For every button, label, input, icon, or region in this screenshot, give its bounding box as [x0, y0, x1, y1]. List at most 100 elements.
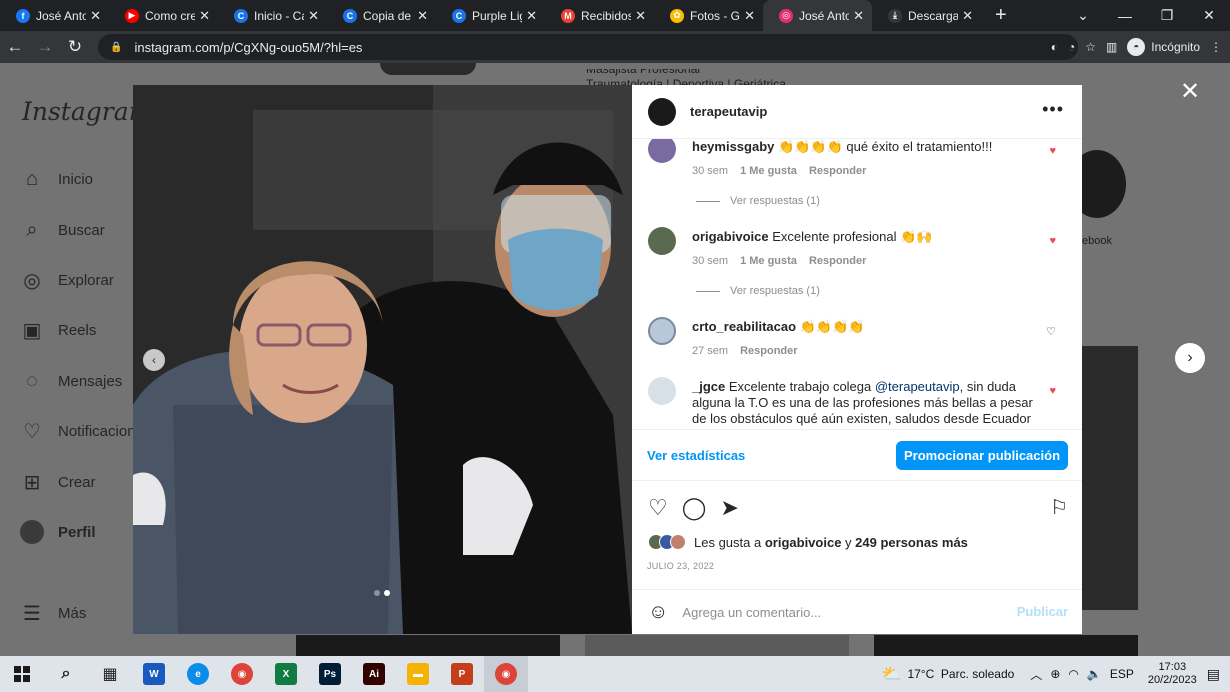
view-replies-link[interactable]: Ver respuestas (1) [696, 285, 820, 297]
performance-icon[interactable]: ◔ [1068, 40, 1075, 54]
next-post-button[interactable]: › [1175, 343, 1205, 373]
save-bookmark-icon[interactable]: ⚐ [1050, 495, 1068, 520]
taskbar-illustrator-button[interactable]: Ai [352, 656, 396, 692]
post-date[interactable]: JULIO 23, 2022 [647, 561, 714, 571]
promote-post-button[interactable]: Promocionar publicación [896, 441, 1068, 470]
sidebar-item-reels[interactable]: ▣ Reels [20, 318, 97, 342]
sidebar-item-perfil[interactable]: Perfil [20, 520, 96, 544]
commenter-username[interactable]: crto_reabilitacao [692, 319, 796, 334]
tab-search-icon[interactable]: ⌄ [1062, 7, 1104, 24]
browser-tab[interactable]: C Copia de C ✕ [327, 0, 436, 31]
comment-time[interactable]: 30 sem [692, 253, 728, 269]
more-options-icon[interactable]: ••• [1042, 99, 1064, 120]
weather-label[interactable]: 17°C Parc. soleado [907, 667, 1014, 681]
tab-close-icon[interactable]: ✕ [308, 8, 319, 24]
start-button[interactable] [0, 656, 44, 692]
commenter-username[interactable]: _jgce [692, 379, 725, 394]
comment-liked-heart-icon[interactable]: ♥ [1049, 145, 1056, 157]
commenter-username[interactable]: heymissgaby [692, 139, 774, 154]
sidepanel-icon[interactable]: ▥ [1106, 40, 1117, 54]
commenter-avatar[interactable] [648, 227, 676, 255]
taskbar-task-view-button[interactable]: ▦ [88, 656, 132, 692]
volume-icon[interactable]: 🔈 [1087, 667, 1102, 681]
back-button[interactable]: ← [0, 37, 30, 57]
commenter-avatar[interactable] [648, 139, 676, 163]
taskbar-excel-button[interactable]: X [264, 656, 308, 692]
tab-close-icon[interactable]: ✕ [962, 8, 973, 24]
bookmark-star-icon[interactable]: ☆ [1085, 40, 1096, 54]
sidebar-item-notificacion[interactable]: ♡ Notificacion [20, 419, 136, 443]
sidebar-item-explorar[interactable]: ◎ Explorar [20, 268, 114, 292]
previous-image-button[interactable]: ‹ [143, 349, 165, 371]
browser-tab[interactable]: ✿ Fotos - Go✕ [654, 0, 763, 31]
comment-liked-heart-icon[interactable]: ♥ [1049, 235, 1056, 247]
close-modal-icon[interactable]: ✕ [1180, 77, 1200, 106]
comment-bubble-icon[interactable]: ◯ [682, 495, 707, 521]
tab-close-icon[interactable]: ✕ [417, 8, 428, 24]
taskbar-search-button[interactable]: ⌕ [44, 656, 88, 692]
taskbar-word-button[interactable]: W [132, 656, 176, 692]
commenter-username[interactable]: origabivoice [692, 229, 769, 244]
commenter-avatar[interactable] [648, 317, 676, 345]
browser-tab[interactable]: C Purple Ligh ✕ [436, 0, 545, 31]
tab-close-icon[interactable]: ✕ [526, 8, 537, 24]
new-tab-button[interactable]: + [995, 4, 1007, 27]
sidebar-item-crear[interactable]: ⊞ Crear [20, 470, 96, 494]
reload-button[interactable]: ↻ [60, 37, 90, 57]
menu-kebab-icon[interactable]: ⋮ [1210, 40, 1222, 54]
incognito-badge[interactable]: ◓ Incógnito [1127, 38, 1200, 56]
clock[interactable]: 17:03 20/2/2023 [1148, 661, 1197, 687]
wifi-icon[interactable]: ◠ [1068, 667, 1078, 681]
comment-like-count[interactable]: 1 Me gusta [740, 253, 797, 269]
likes-count[interactable]: 249 personas más [855, 535, 968, 550]
tab-close-icon[interactable]: ✕ [853, 8, 864, 24]
notifications-icon[interactable]: ▤ [1207, 666, 1220, 683]
comment-like-heart-icon[interactable]: ♡ [1046, 325, 1056, 338]
taskbar-photoshop-button[interactable]: Ps [308, 656, 352, 692]
eye-off-icon[interactable]: ◐ [1051, 40, 1058, 54]
commenter-avatar[interactable] [648, 377, 676, 405]
network-icon[interactable]: ⊕ [1050, 667, 1060, 681]
tab-close-icon[interactable]: ✕ [744, 8, 755, 24]
tab-close-icon[interactable]: ✕ [90, 8, 101, 24]
likes-summary[interactable]: Les gusta a origabivoice y 249 personas … [648, 534, 968, 550]
taskbar-chrome-one-button[interactable]: ◉ [484, 656, 528, 692]
browser-tab[interactable]: ⤓ Descargas✕ [872, 0, 981, 31]
reply-button[interactable]: Responder [809, 253, 866, 269]
language-indicator[interactable]: ESP [1110, 667, 1134, 681]
reply-button[interactable]: Responder [740, 343, 797, 359]
weather-icon[interactable]: ⛅ [882, 664, 902, 684]
sidebar-item-inicio[interactable]: ⌂ Inicio [20, 167, 93, 191]
browser-tab[interactable]: C Inicio - Ca ✕ [218, 0, 327, 31]
post-photo[interactable]: ‹ [133, 85, 632, 634]
sidebar-item-buscar[interactable]: ⌕ Buscar [20, 218, 104, 242]
taskbar-explorer-button[interactable]: ▬ [396, 656, 440, 692]
comment-time[interactable]: 27 sem [692, 343, 728, 359]
restore-button[interactable]: ❐ [1146, 7, 1188, 24]
publish-comment-button[interactable]: Publicar [1017, 604, 1068, 619]
close-window-button[interactable]: ✕ [1188, 7, 1230, 24]
view-replies-link[interactable]: Ver respuestas (1) [696, 195, 820, 207]
view-insights-link[interactable]: Ver estadísticas [647, 448, 745, 463]
minimize-button[interactable]: — [1104, 8, 1146, 24]
tab-close-icon[interactable]: ✕ [199, 8, 210, 24]
taskbar-chrome-button[interactable]: ◉ [220, 656, 264, 692]
author-username[interactable]: terapeutavip [690, 104, 767, 119]
browser-tab[interactable]: ◎ José Anton✕ [763, 0, 872, 31]
sidebar-item-mensajes[interactable]: ◌ Mensajes [20, 369, 122, 393]
share-send-icon[interactable]: ➤ [720, 495, 738, 521]
comment-mention-link[interactable]: @terapeutavip [875, 379, 960, 394]
forward-button[interactable]: → [30, 37, 60, 57]
reply-button[interactable]: Responder [809, 163, 866, 179]
comment-like-count[interactable]: 1 Me gusta [740, 163, 797, 179]
likes-user[interactable]: origabivoice [765, 535, 842, 550]
browser-tab[interactable]: ▶ Como crea✕ [109, 0, 218, 31]
taskbar-powerpoint-button[interactable]: P [440, 656, 484, 692]
emoji-smile-icon[interactable]: ☺ [648, 601, 668, 624]
comment-time[interactable]: 30 sem [692, 163, 728, 179]
sidebar-item-more[interactable]: ☰ Más [20, 601, 86, 625]
author-avatar[interactable] [648, 97, 676, 126]
comment-input[interactable]: Agrega un comentario... [682, 605, 821, 620]
tab-close-icon[interactable]: ✕ [635, 8, 646, 24]
comment-liked-heart-icon[interactable]: ♥ [1049, 385, 1056, 397]
